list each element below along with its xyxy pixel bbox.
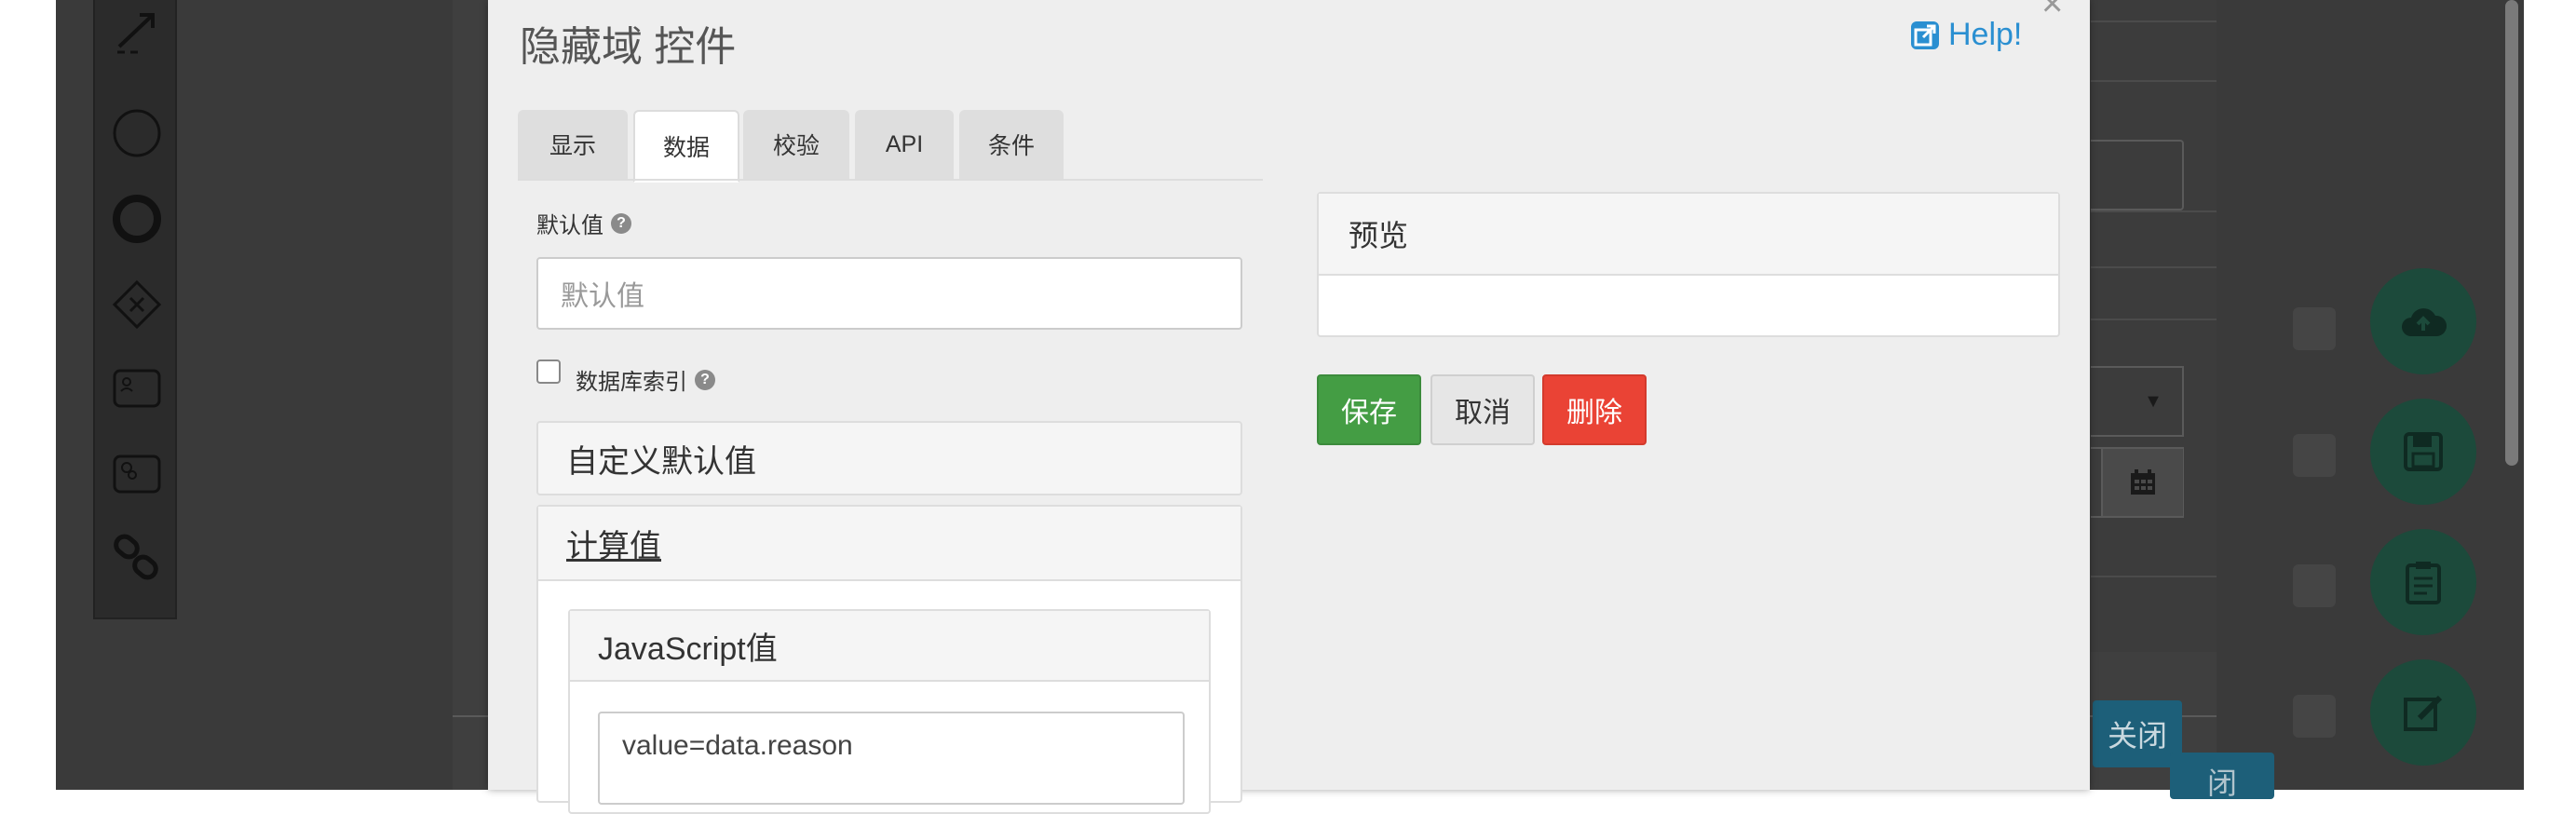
custom-default-value-panel[interactable]: 自定义默认值 [536,421,1242,495]
user-task-icon[interactable] [112,363,162,414]
clipboard-fab[interactable] [2370,529,2476,635]
close-button-secondary[interactable]: 闭 [2170,753,2274,800]
background-chip [2293,434,2336,477]
javascript-code-editor[interactable]: value=data.reason [598,712,1185,805]
divider [2091,20,2217,22]
preview-header: 预览 [1319,194,2058,276]
service-task-icon[interactable] [112,449,162,499]
divider [2091,210,2217,212]
start-event-icon[interactable] [112,108,162,158]
help-link[interactable]: Help! [1909,17,2022,53]
preview-panel: 预览 [1317,192,2060,337]
javascript-value-panel: JavaScript值 value=data.reason [568,609,1211,814]
floppy-icon [2404,432,2443,471]
default-value-label: 默认值 ? [536,207,631,239]
default-value-label-text: 默认值 [536,213,603,238]
background-chip [2293,564,2336,607]
caret-down-icon: ▼ [2144,391,2162,412]
component-settings-modal: 隐藏域 控件 × Help! 显示 数据 校验 API 条件 默认值 ? 默认值… [488,0,2090,814]
divider [2091,576,2217,577]
tab-data[interactable]: 数据 [633,110,739,183]
background-select[interactable] [2091,366,2184,437]
calculated-value-header[interactable]: 计算值 [538,507,1241,581]
background-chip [2293,695,2336,738]
save-fab[interactable] [2370,399,2476,505]
javascript-value-header[interactable]: JavaScript值 [570,611,1209,682]
save-button[interactable]: 保存 [1317,374,1421,445]
db-index-label-text: 数据库索引 [576,370,687,395]
calculated-value-panel: 计算值 JavaScript值 value=data.reason [536,505,1242,814]
upload-fab[interactable] [2370,268,2476,374]
background-chip [2293,307,2336,350]
bpmn-palette [93,0,177,619]
divider [2091,319,2217,320]
help-label: Help! [1948,17,2023,52]
link-icon[interactable] [112,533,162,583]
cloud-upload-icon [2402,308,2447,336]
background-input[interactable] [2091,140,2184,210]
edit-fab[interactable] [2370,659,2476,766]
calendar-button[interactable] [2101,449,2183,516]
default-value-input[interactable]: 默认值 [536,257,1242,330]
db-index-label: 数据库索引 ? [576,363,715,396]
cancel-button[interactable]: 取消 [1430,374,1535,445]
clipboard-icon [2406,562,2441,604]
gateway-icon[interactable] [112,279,162,330]
modal-title: 隐藏域 控件 [520,24,737,70]
end-event-icon[interactable] [112,194,162,244]
db-index-checkbox[interactable] [536,360,561,384]
scrollbar[interactable] [2505,0,2518,466]
divider [2091,80,2217,82]
close-button[interactable]: 关闭 [2093,700,2182,767]
edit-icon [2404,695,2443,731]
divider [2091,266,2217,268]
tab-api[interactable]: API [855,110,954,179]
delete-button[interactable]: 删除 [1542,374,1647,445]
calendar-icon [2131,469,2155,495]
background-form-strip [2091,0,2217,652]
connect-arrow-icon[interactable] [112,6,162,56]
tabs-divider [518,179,1263,181]
close-icon[interactable]: × [2041,0,2063,22]
question-icon[interactable]: ? [695,369,715,390]
tab-validation[interactable]: 校验 [743,110,849,179]
tab-conditional[interactable]: 条件 [959,110,1064,179]
external-link-icon [1911,20,1939,49]
tab-display[interactable]: 显示 [518,110,628,179]
settings-tabs: 显示 数据 校验 API 条件 [518,110,1263,183]
question-icon[interactable]: ? [611,212,631,234]
